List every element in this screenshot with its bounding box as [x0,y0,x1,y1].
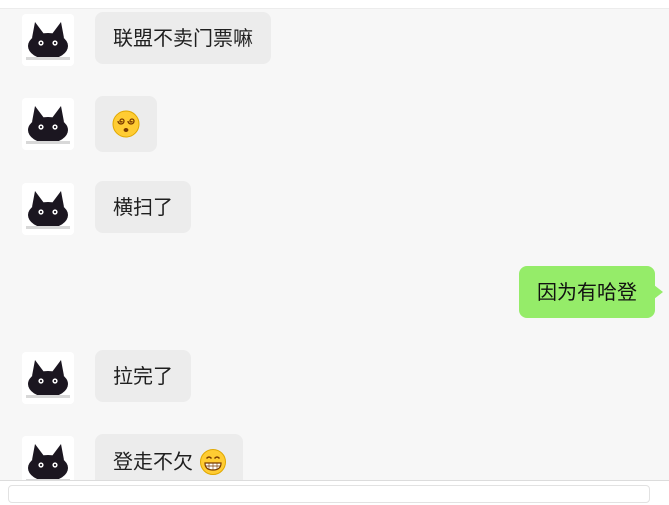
grinning-face-emoji-icon [200,448,227,475]
message-bubble[interactable]: 联盟不卖门票嘛 [95,12,271,64]
message-bubble-self[interactable]: 因为有哈登 [519,266,663,318]
avatar[interactable] [22,436,74,480]
message-row: 联盟不卖门票嘛 [0,12,669,68]
chat-area: 联盟不卖门票嘛 横扫了 因为有哈登 拉完了 登走不欠 [0,0,669,480]
message-row [0,96,669,152]
message-bubble[interactable]: 横扫了 [95,181,191,233]
avatar[interactable] [22,183,74,235]
avatar[interactable] [22,14,74,66]
avatar[interactable] [22,98,74,150]
message-text: 登走不欠 [113,449,193,474]
message-input-bar [0,480,669,505]
black-cat-icon [22,14,74,66]
black-cat-icon [22,98,74,150]
message-bubble[interactable] [95,96,157,152]
dizzy-face-emoji-icon [112,110,140,138]
message-input[interactable] [8,485,650,503]
black-cat-icon [22,352,74,404]
message-bubble[interactable]: 拉完了 [95,350,191,402]
message-row: 登走不欠 [0,434,669,480]
message-text: 拉完了 [113,364,173,388]
message-text: 横扫了 [113,195,173,219]
chat-top-edge [0,0,669,9]
message-text: 联盟不卖门票嘛 [113,26,253,50]
black-cat-icon [22,436,74,480]
avatar[interactable] [22,352,74,404]
message-row: 因为有哈登 [0,266,669,322]
message-text: 因为有哈登 [537,280,637,304]
message-row: 拉完了 [0,350,669,406]
black-cat-icon [22,183,74,235]
message-row: 横扫了 [0,181,669,237]
message-bubble[interactable]: 登走不欠 [95,434,244,480]
